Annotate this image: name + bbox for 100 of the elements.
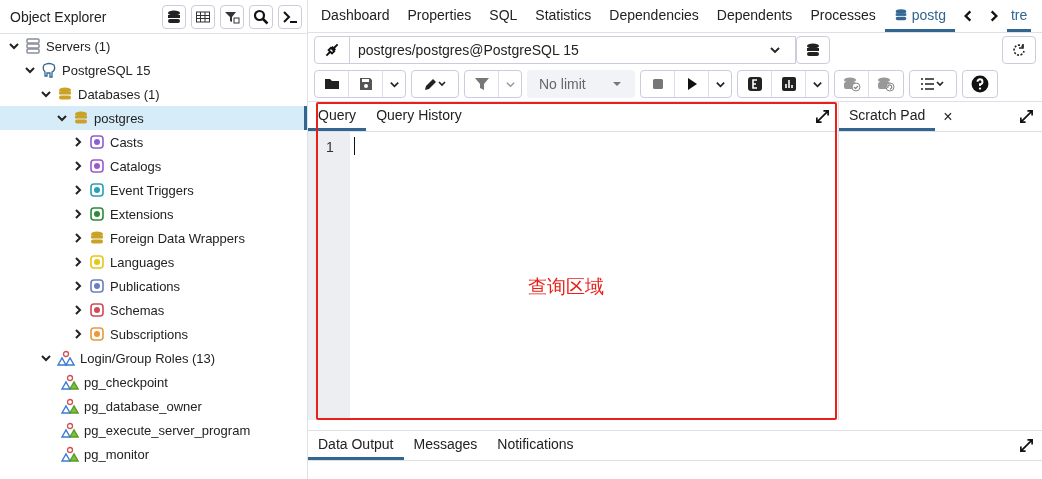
- server-stack-icon: [25, 38, 41, 54]
- filter-button[interactable]: [220, 4, 244, 29]
- database-icon: [805, 42, 821, 58]
- chevron-right-icon[interactable]: [72, 232, 84, 244]
- tree-label: Foreign Data Wrappers: [110, 230, 245, 246]
- tree-label: Publications: [110, 278, 181, 294]
- help-icon: [971, 75, 989, 93]
- tree-label: Catalogs: [110, 158, 162, 174]
- tab[interactable]: Query History: [366, 102, 472, 131]
- tab[interactable]: postg: [884, 0, 955, 32]
- tab[interactable]: Notifications: [487, 431, 584, 460]
- tree-item[interactable]: Servers (1): [0, 34, 307, 58]
- tree-item[interactable]: Schemas: [0, 298, 307, 322]
- line-number: 1: [325, 139, 335, 155]
- tree-item[interactable]: Casts: [0, 130, 307, 154]
- letter-e-icon: [746, 76, 763, 92]
- tree-item[interactable]: Subscriptions: [0, 322, 307, 346]
- tree-label: Extensions: [110, 206, 174, 222]
- tree-item[interactable]: PostgreSQL 15: [0, 58, 307, 82]
- annotation-label: 查询区域: [528, 274, 604, 299]
- tab[interactable]: Dependencies: [600, 0, 708, 32]
- database-icon: [89, 230, 105, 246]
- expand-icon[interactable]: [815, 109, 830, 124]
- tab[interactable]: Messages: [403, 431, 488, 460]
- tree-label: Event Triggers: [110, 182, 194, 198]
- terminal-icon: [282, 8, 298, 25]
- object-icon: [89, 206, 105, 222]
- chevron-down-icon[interactable]: [40, 88, 52, 100]
- tab[interactable]: tre: [1007, 0, 1032, 32]
- chevron-right-icon[interactable]: [72, 184, 84, 196]
- people-icon: [57, 350, 75, 366]
- chevron-right-icon[interactable]: [72, 280, 84, 292]
- tree-item[interactable]: Databases (1): [0, 82, 307, 106]
- object-icon: [89, 302, 105, 318]
- tree-label: Schemas: [110, 302, 165, 318]
- chevron-down-icon[interactable]: [24, 64, 36, 76]
- people-icon: [61, 374, 79, 390]
- chevron-right-icon[interactable]: [72, 208, 84, 220]
- object-icon: [89, 134, 105, 150]
- database-icon: [893, 7, 908, 22]
- chevron-down-icon[interactable]: [56, 112, 68, 124]
- chevron-right-icon[interactable]: [72, 304, 84, 316]
- tree-item[interactable]: postgres: [0, 106, 307, 130]
- object-icon: [89, 326, 105, 342]
- tab[interactable]: Processes: [801, 0, 885, 32]
- tab[interactable]: Data Output: [308, 431, 404, 460]
- expand-icon[interactable]: [1019, 109, 1034, 124]
- tree-item[interactable]: pg_monitor: [0, 442, 307, 466]
- tab[interactable]: Dashboard: [312, 0, 399, 32]
- database-icon: [57, 86, 73, 102]
- tree-item[interactable]: Languages: [0, 250, 307, 274]
- tree-item[interactable]: Login/Group Roles (13): [0, 346, 307, 370]
- tree-label: pg_database_owner: [84, 398, 202, 414]
- query-tool-button[interactable]: [162, 4, 186, 29]
- search-button[interactable]: [249, 4, 273, 29]
- people-icon: [61, 398, 79, 414]
- tree-item[interactable]: pg_execute_server_program: [0, 418, 307, 442]
- tree-label: Subscriptions: [110, 326, 189, 342]
- bar-chart-icon: [780, 76, 797, 92]
- tree-label: Languages: [110, 254, 175, 270]
- expand-icon[interactable]: [1019, 438, 1034, 453]
- tree-item[interactable]: pg_database_owner: [0, 394, 307, 418]
- database-icon: [73, 110, 89, 126]
- chevron-right-icon[interactable]: [72, 160, 84, 172]
- tree-item[interactable]: pg_checkpoint: [0, 370, 307, 394]
- tree-item[interactable]: Extensions: [0, 202, 307, 226]
- table-icon: [195, 8, 211, 25]
- database-undo-icon: [877, 76, 895, 92]
- chevron-down-icon[interactable]: [8, 40, 20, 52]
- folder-icon: [323, 76, 340, 92]
- chevron-right-icon[interactable]: [72, 256, 84, 268]
- close-button[interactable]: ×: [935, 102, 961, 131]
- refresh-button[interactable]: [1002, 36, 1036, 64]
- tab[interactable]: Dependents: [707, 0, 802, 32]
- tree-label: pg_execute_server_program: [84, 422, 251, 438]
- tree-label: Login/Group Roles (13): [80, 350, 216, 366]
- tree-label: PostgreSQL 15: [62, 62, 151, 78]
- tree-label: Databases (1): [78, 86, 160, 102]
- chevron-down-icon: [769, 44, 781, 56]
- tab[interactable]: SQL: [480, 0, 527, 32]
- search-icon: [253, 8, 269, 25]
- chevron-right-icon[interactable]: [72, 328, 84, 340]
- table-view-button[interactable]: [191, 4, 215, 29]
- terminal-button[interactable]: [278, 4, 302, 29]
- object-icon: [89, 182, 105, 198]
- chevron-right-icon[interactable]: [72, 136, 84, 148]
- tree-label: pg_checkpoint: [84, 374, 168, 390]
- row-limit-select[interactable]: No limit: [527, 70, 635, 98]
- connection-select[interactable]: postgres/postgres@PostgreSQL 15: [314, 36, 796, 64]
- database-run-button[interactable]: [796, 36, 830, 64]
- tree-label: postgres: [94, 110, 144, 126]
- tab[interactable]: Statistics: [526, 0, 601, 32]
- refresh-icon: [1011, 42, 1027, 58]
- tree-item[interactable]: Event Triggers: [0, 178, 307, 202]
- tree-item[interactable]: Foreign Data Wrappers: [0, 226, 307, 250]
- tab[interactable]: Properties: [398, 0, 481, 32]
- tree-item[interactable]: Catalogs: [0, 154, 307, 178]
- chevron-down-icon[interactable]: [40, 352, 52, 364]
- tree-item[interactable]: Publications: [0, 274, 307, 298]
- tab[interactable]: Scratch Pad: [839, 102, 936, 131]
